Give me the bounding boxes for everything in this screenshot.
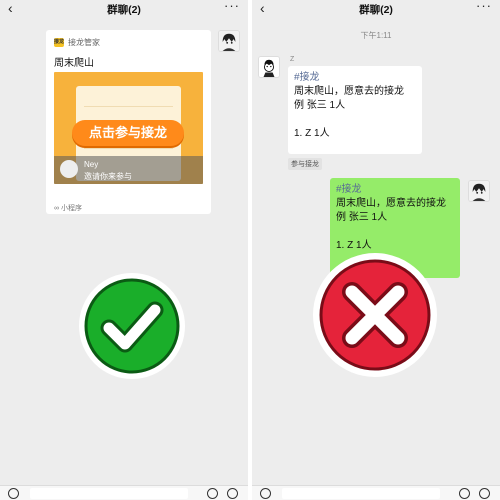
check-mark-icon <box>76 270 188 382</box>
left-chat-screen: ‹ 群聊(2) ··· 接龙 接龙管家 周末爬山 点击参与接龙 Ney 邀请你来… <box>0 0 248 500</box>
voice-icon[interactable] <box>260 488 271 499</box>
mini-program-footer: ∞ 小程序 <box>54 203 82 213</box>
inviter-avatar <box>60 160 78 178</box>
join-solitaire-chip[interactable]: 参与接龙 <box>288 158 322 170</box>
message-line: 周末爬山，愿意去的接龙 <box>294 86 404 97</box>
cross-mark-icon <box>310 250 440 380</box>
mini-program-label: 小程序 <box>60 205 82 212</box>
right-chat-screen: ‹ 群聊(2) ··· 下午1:11 Z #接龙 周末爬山，愿意去的接龙 例 张… <box>252 0 500 500</box>
card-source: 接龙 接龙管家 <box>54 37 100 48</box>
more-options-icon[interactable]: ··· <box>476 0 492 13</box>
emoji-icon[interactable] <box>459 488 470 499</box>
chat-title: 群聊(2) <box>107 4 141 16</box>
join-solitaire-button[interactable]: 点击参与接龙 <box>72 120 184 146</box>
solitaire-tag[interactable]: #接龙 <box>336 183 454 197</box>
mini-program-card[interactable]: 接龙 接龙管家 周末爬山 点击参与接龙 Ney 邀请你来参与 ∞ 小程序 <box>46 30 211 214</box>
message-line: 例 张三 1人 <box>336 212 388 223</box>
more-options-icon[interactable]: ··· <box>224 0 240 13</box>
card-title: 周末爬山 <box>54 58 94 69</box>
add-icon[interactable] <box>227 488 238 499</box>
top-bar: ‹ 群聊(2) ··· <box>0 0 248 18</box>
invite-text: 邀请你来参与 <box>84 172 132 181</box>
message-input[interactable] <box>282 488 440 499</box>
voice-icon[interactable] <box>8 488 19 499</box>
self-avatar[interactable] <box>218 30 240 52</box>
timestamp: 下午1:11 <box>360 31 392 40</box>
app-logo-icon: 接龙 <box>54 38 65 47</box>
card-source-name: 接龙管家 <box>68 38 100 47</box>
sender-name: Z <box>290 56 295 63</box>
invite-strip: Ney 邀请你来参与 <box>54 156 203 184</box>
mini-program-icon: ∞ <box>54 205 59 212</box>
cover-background: 点击参与接龙 Ney 邀请你来参与 <box>54 72 203 184</box>
emoji-icon[interactable] <box>207 488 218 499</box>
message-line: 例 张三 1人 <box>294 100 346 111</box>
input-bar <box>0 485 248 500</box>
input-bar <box>252 485 500 500</box>
self-avatar[interactable] <box>468 180 490 202</box>
inviter-name: Ney <box>84 160 99 169</box>
top-bar: ‹ 群聊(2) ··· <box>252 0 500 18</box>
incoming-message-bubble[interactable]: #接龙 周末爬山，愿意去的接龙 例 张三 1人 1. Z 1人 <box>288 66 422 154</box>
message-line: 周末爬山，愿意去的接龙 <box>336 198 446 209</box>
message-input[interactable] <box>30 488 188 499</box>
add-icon[interactable] <box>479 488 490 499</box>
sender-avatar[interactable] <box>258 56 280 78</box>
chat-title: 群聊(2) <box>359 4 393 16</box>
solitaire-tag[interactable]: #接龙 <box>294 71 416 85</box>
message-line: 1. Z 1人 <box>294 128 330 139</box>
card-cover: 点击参与接龙 Ney 邀请你来参与 <box>54 72 203 184</box>
